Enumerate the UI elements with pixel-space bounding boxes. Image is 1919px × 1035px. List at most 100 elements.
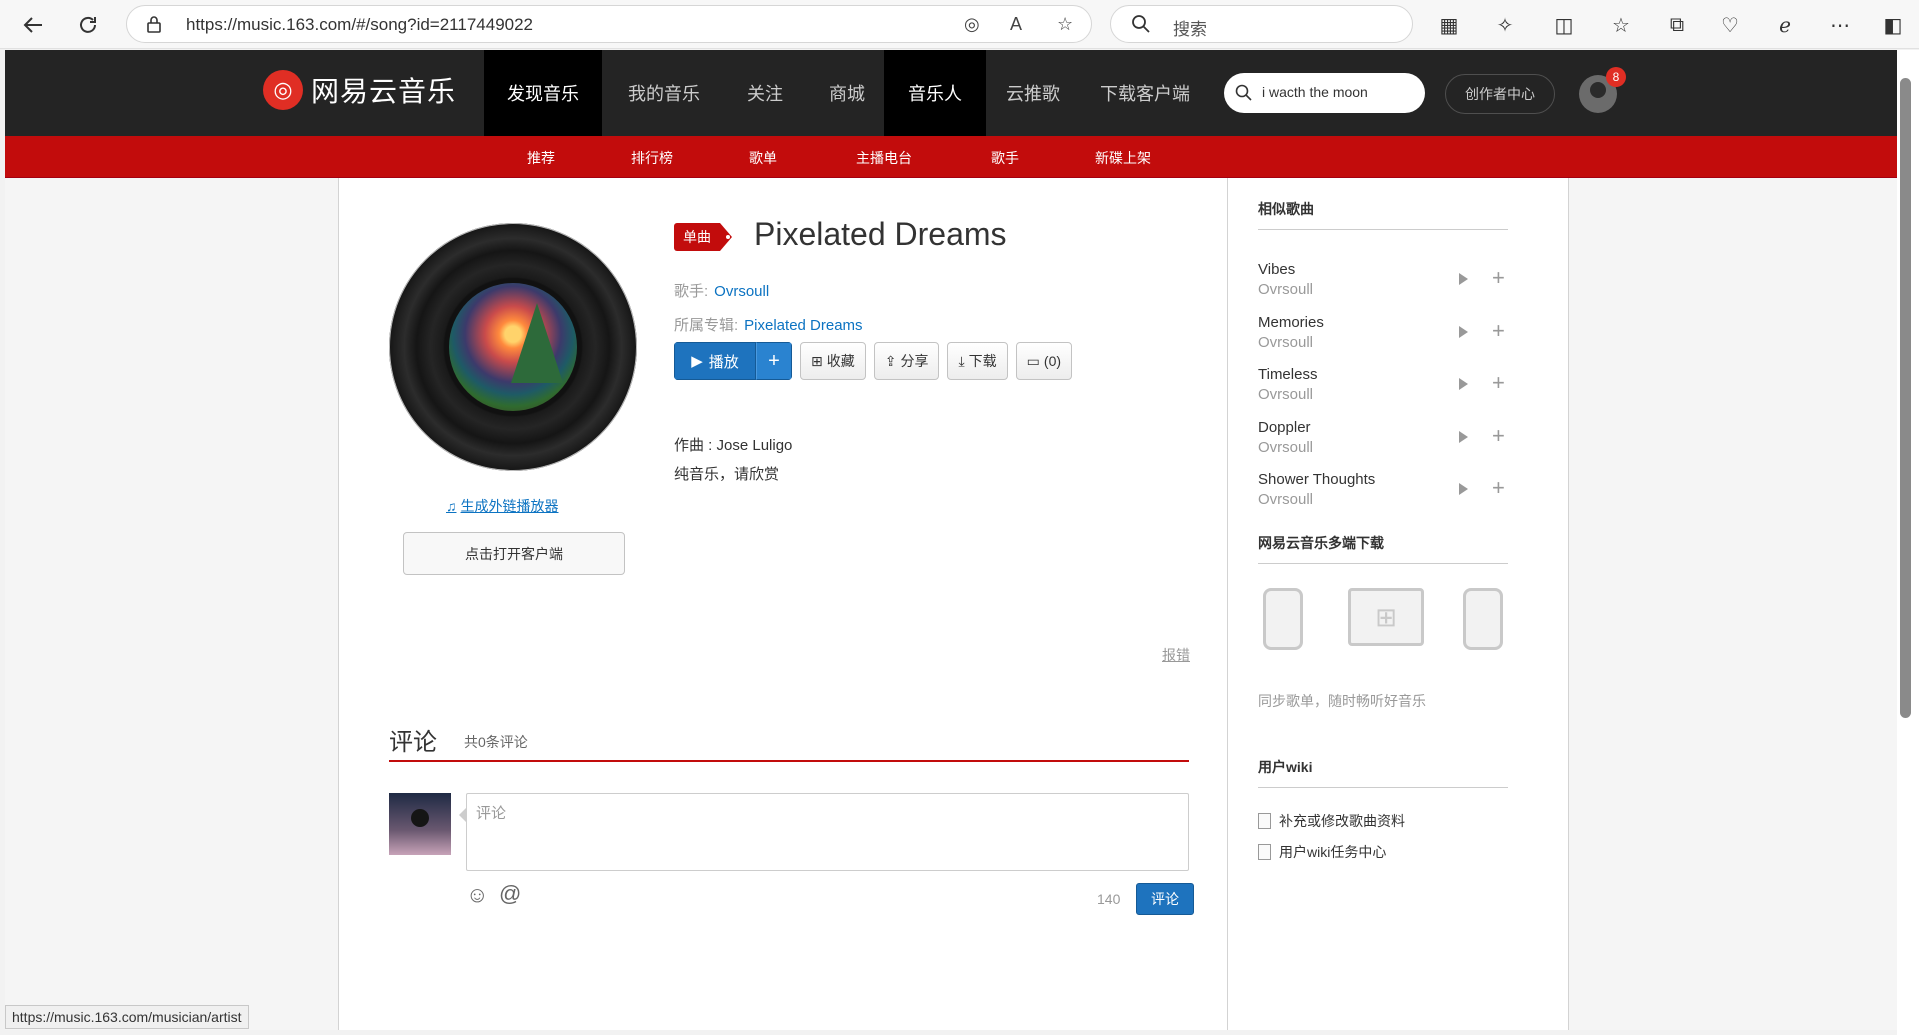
ios-download-icon[interactable] [1263,588,1303,650]
similar-song-name[interactable]: Shower Thoughts [1258,471,1375,488]
extensions-icon[interactable]: ✧ [1490,10,1520,40]
nav-cloud-promote[interactable]: 云推歌 [990,50,1076,136]
split-screen-icon[interactable]: ◫ [1549,10,1579,40]
song-description: 纯音乐，请欣赏 [674,466,780,483]
album-disc [389,223,637,471]
subnav-charts[interactable]: 排行榜 [631,148,673,168]
play-icon[interactable] [1459,378,1468,390]
comments-total: 共0条评论 [464,734,528,750]
netease-logo-icon: ◎ [263,70,303,110]
similar-song-item: Doppler Ovrsoull + [1258,419,1508,461]
edge-feature-icon[interactable]: ◎ [964,14,980,35]
similar-song-name[interactable]: Doppler [1258,419,1311,436]
single-tag: 单曲 [674,223,734,251]
similar-song-item: Shower Thoughts Ovrsoull + [1258,471,1508,513]
report-link[interactable]: 报错 [1162,645,1190,665]
similar-song-artist[interactable]: Ovrsoull [1258,491,1313,508]
refresh-icon[interactable] [73,10,103,40]
browser-essentials-icon[interactable]: ♡ [1715,10,1745,40]
subnav-radio[interactable]: 主播电台 [856,148,912,168]
add-to-playlist-button[interactable]: + [756,342,792,380]
artist-link[interactable]: Ovrsoull [714,283,769,300]
subnav-recommend[interactable]: 推荐 [527,148,555,168]
wiki-edit-song-link[interactable]: 补充或修改歌曲资料 [1258,811,1405,831]
add-icon[interactable]: + [1492,475,1505,501]
emoji-icon[interactable]: ☺ [466,882,488,908]
download-label: 下载 [968,353,997,369]
similar-song-name[interactable]: Timeless [1258,366,1317,383]
add-icon[interactable]: + [1492,370,1505,396]
play-button[interactable]: ▶ 播放 [674,342,756,380]
add-icon[interactable]: + [1492,318,1505,344]
similar-song-artist[interactable]: Ovrsoull [1258,334,1313,351]
share-button[interactable]: ⇪ 分享 [873,342,940,380]
collect-button[interactable]: ⊞ 收藏 [800,342,866,380]
similar-song-artist[interactable]: Ovrsoull [1258,281,1313,298]
nav-discover[interactable]: 发现音乐 [484,50,602,136]
similar-song-item: Timeless Ovrsoull + [1258,366,1508,408]
mention-icon[interactable]: @ [499,881,521,907]
read-aloud-icon[interactable]: A [1010,14,1022,35]
workspaces-icon[interactable]: ▦ [1434,10,1464,40]
nav-follow[interactable]: 关注 [725,50,805,136]
artist-row: 歌手: Ovrsoull [674,280,769,301]
subnav-new-albums[interactable]: 新碟上架 [1095,148,1151,168]
nav-mall[interactable]: 商城 [805,50,889,136]
wiki-item-label: 补充或修改歌曲资料 [1279,813,1405,829]
site-search-input[interactable]: i wacth the moon [1224,73,1425,113]
notification-badge[interactable]: 8 [1606,67,1626,87]
browser-toolbar: https://music.163.com/#/song?id=21174490… [0,0,1919,49]
similar-song-name[interactable]: Memories [1258,314,1324,331]
subnav-playlists[interactable]: 歌单 [749,148,777,168]
address-url: https://music.163.com/#/song?id=21174490… [186,15,534,34]
comment-button[interactable]: ▭ (0) [1015,342,1073,380]
site-logo[interactable]: ◎ 网易云音乐 [263,70,456,110]
similar-song-artist[interactable]: Ovrsoull [1258,386,1313,403]
album-link[interactable]: Pixelated Dreams [744,317,862,334]
submit-comment-button[interactable]: 评论 [1136,883,1194,915]
creator-center-button[interactable]: 创作者中心 [1445,74,1555,114]
external-player-link[interactable]: ♫ 生成外链播放器 [446,496,559,516]
comment-icon: ▭ [1026,352,1040,369]
open-client-button[interactable]: 点击打开客户端 [403,532,625,575]
logo-text: 网易云音乐 [311,76,457,107]
favorites-icon[interactable]: ☆ [1606,10,1636,40]
more-options-icon[interactable]: ⋯ [1825,10,1855,40]
windows-download-icon[interactable]: ⊞ [1348,588,1424,646]
nav-my-music[interactable]: 我的音乐 [609,50,719,136]
nav-download-client[interactable]: 下载客户端 [1080,50,1210,136]
wiki-task-center-link[interactable]: 用户wiki任务中心 [1258,842,1386,862]
scrollbar-thumb[interactable] [1900,78,1911,718]
play-icon[interactable] [1459,273,1468,285]
similar-song-name[interactable]: Vibes [1258,261,1295,278]
user-wiki-title: 用户wiki [1258,757,1508,788]
collections-icon[interactable]: ⧉ [1662,10,1692,40]
comment-input[interactable]: 评论 [466,793,1189,871]
edge-icon[interactable]: ℯ [1770,10,1800,40]
add-icon[interactable]: + [1492,265,1505,291]
browser-search-input[interactable]: 搜索 [1110,5,1413,43]
nav-musician[interactable]: 音乐人 [884,50,986,136]
sync-text: 同步歌单，随时畅听好音乐 [1258,693,1426,709]
play-button-group: ▶ 播放 + [674,342,792,380]
play-icon[interactable] [1459,431,1468,443]
char-remaining: 140 [1097,891,1121,907]
action-buttons: ▶ 播放 + ⊞ 收藏 ⇪ 分享 ⤓ 下载 ▭ (0) [674,342,1073,380]
sidebar-toggle-icon[interactable]: ◧ [1878,10,1908,40]
device-downloads: ⊞ [1258,588,1508,658]
android-download-icon[interactable] [1463,588,1503,650]
play-icon[interactable] [1459,483,1468,495]
similar-song-item: Vibes Ovrsoull + [1258,261,1508,303]
add-icon[interactable]: + [1492,423,1505,449]
address-bar[interactable]: https://music.163.com/#/song?id=21174490… [126,5,1092,43]
composer-credit: 作曲 : Jose Luligo [674,437,793,454]
play-icon[interactable] [1459,326,1468,338]
similar-song-artist[interactable]: Ovrsoull [1258,439,1313,456]
comment-placeholder: 评论 [476,805,507,822]
subnav-artists[interactable]: 歌手 [991,148,1019,168]
download-button[interactable]: ⤓ 下载 [947,342,1008,380]
wiki-item-label: 用户wiki任务中心 [1279,844,1387,860]
back-icon[interactable] [18,10,48,40]
favorite-star-icon[interactable]: ☆ [1057,14,1073,35]
external-player-label: 生成外链播放器 [460,498,559,514]
